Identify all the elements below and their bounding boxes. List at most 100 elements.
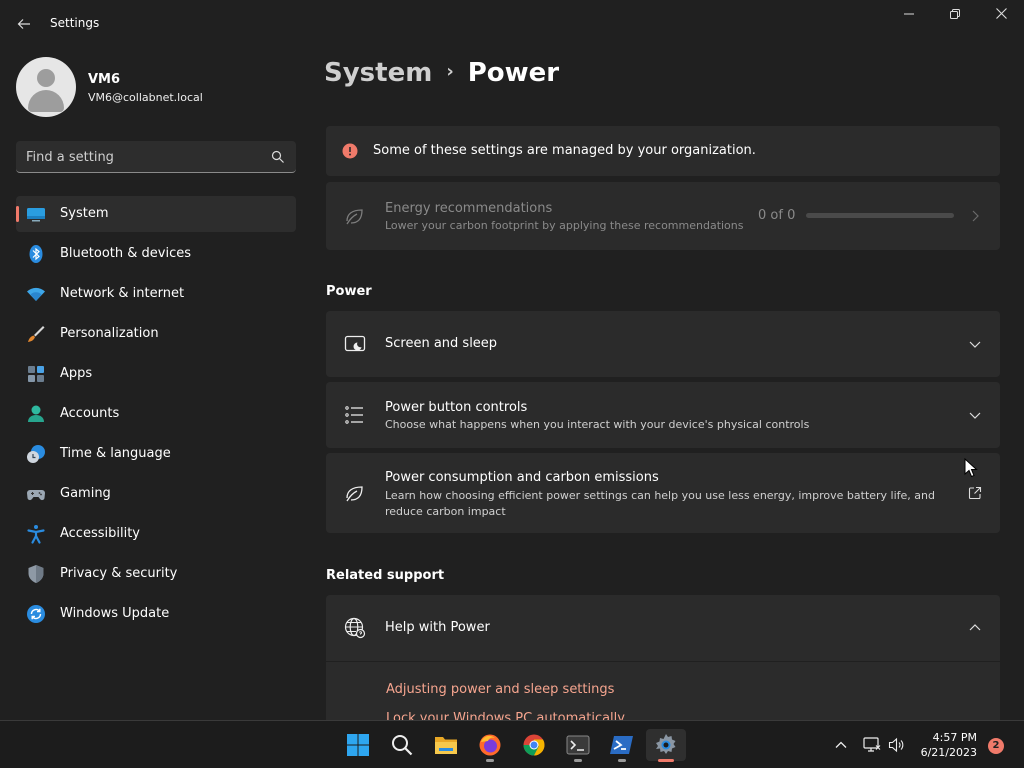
sidebar-item-windows-update[interactable]: Windows Update (16, 596, 296, 632)
sidebar-item-label: Privacy & security (60, 566, 178, 581)
screen-and-sleep-card[interactable]: Screen and sleep (326, 311, 1000, 377)
chevron-down-icon[interactable] (968, 337, 982, 351)
sidebar-item-label: Accounts (60, 406, 120, 421)
external-link-icon[interactable] (968, 486, 982, 500)
taskbar-file-explorer[interactable] (426, 729, 466, 761)
network-icon[interactable] (863, 736, 881, 754)
sidebar-item-label: Windows Update (60, 606, 170, 621)
minimize-button[interactable] (886, 0, 932, 32)
volume-icon[interactable] (888, 736, 906, 754)
energy-progress-bar (806, 213, 954, 218)
sidebar-item-label: Apps (60, 366, 93, 381)
chevron-up-icon[interactable] (968, 621, 982, 635)
accounts-icon (28, 405, 44, 422)
card-title: Screen and sleep (385, 336, 498, 351)
settings-window: Settings VM6 VM6@collabnet.local System … (0, 0, 1024, 720)
user-name: VM6 (88, 72, 121, 87)
close-icon (995, 8, 1007, 19)
search-icon (392, 735, 413, 756)
card-title: Power consumption and carbon emissions (385, 470, 659, 485)
start-button[interactable] (338, 729, 378, 761)
sidebar-item-privacy[interactable]: Privacy & security (16, 556, 296, 592)
sidebar-item-network[interactable]: Network & internet (16, 276, 296, 312)
taskbar-powershell[interactable] (602, 729, 642, 762)
update-icon (27, 605, 45, 623)
related-support-heading: Related support (326, 568, 445, 583)
support-link[interactable]: Adjusting power and sleep settings (386, 682, 614, 697)
sidebar-item-bluetooth[interactable]: Bluetooth & devices (16, 236, 296, 272)
back-button[interactable] (10, 12, 38, 36)
breadcrumb: System › Power (324, 58, 559, 88)
power-section-heading: Power (326, 284, 372, 299)
info-icon (342, 143, 358, 159)
card-title: Power button controls (385, 400, 528, 415)
firefox-icon (479, 734, 501, 756)
gamepad-icon (27, 490, 45, 501)
energy-recommendations-card: Energy recommendations Lower your carbon… (326, 182, 1000, 250)
sidebar-item-label: Time & language (60, 446, 171, 461)
list-settings-icon (345, 406, 363, 424)
taskbar-chrome[interactable] (514, 729, 554, 761)
taskbar-terminal[interactable] (558, 729, 598, 762)
running-indicator (618, 759, 626, 762)
chrome-icon (523, 734, 545, 756)
card-description: Choose what happens when you interact wi… (385, 418, 810, 431)
sidebar-item-label: Personalization (60, 326, 159, 341)
restore-button[interactable] (932, 0, 978, 32)
leaf-icon (346, 486, 363, 502)
sidebar-item-label: Accessibility (60, 526, 140, 541)
leaf-icon (346, 209, 363, 225)
close-button[interactable] (978, 0, 1024, 32)
energy-title: Energy recommendations (385, 201, 553, 216)
power-consumption-card[interactable]: Power consumption and carbon emissions L… (326, 453, 1000, 533)
breadcrumb-parent[interactable]: System (324, 58, 432, 88)
search-box[interactable] (16, 141, 296, 173)
notification-badge[interactable]: 2 (988, 738, 1004, 754)
taskbar-search[interactable] (382, 729, 422, 761)
running-indicator (574, 759, 582, 762)
managed-notice-text: Some of these settings are managed by yo… (373, 143, 756, 158)
sidebar-item-system[interactable]: System (16, 196, 296, 232)
card-title: Help with Power (385, 620, 490, 635)
taskbar-firefox[interactable] (470, 729, 510, 762)
search-icon (271, 150, 284, 163)
help-with-power-header[interactable]: Help with Power (326, 595, 1000, 661)
running-indicator (486, 759, 494, 762)
selection-indicator (16, 206, 19, 222)
mouse-cursor (964, 458, 978, 478)
chevron-down-icon[interactable] (968, 408, 982, 422)
sidebar-item-personalization[interactable]: Personalization (16, 316, 296, 352)
window-title: Settings (50, 16, 100, 30)
taskbar-clock[interactable]: 4:57 PM 6/21/2023 (921, 730, 977, 760)
active-indicator (658, 759, 674, 762)
sidebar-item-accounts[interactable]: Accounts (16, 396, 296, 432)
clock-globe-icon (27, 445, 45, 463)
search-input[interactable] (26, 147, 266, 167)
power-button-controls-card[interactable]: Power button controls Choose what happen… (326, 382, 1000, 448)
screen-sleep-icon (344, 335, 366, 352)
back-arrow-icon (17, 19, 30, 29)
chevron-right-icon (972, 210, 979, 222)
sidebar-item-time-language[interactable]: Time & language (16, 436, 296, 472)
bluetooth-icon (29, 245, 43, 263)
user-email: VM6@collabnet.local (88, 91, 203, 104)
sidebar-item-label: System (60, 206, 109, 221)
globe-icon (344, 617, 366, 639)
accessibility-icon (27, 525, 45, 544)
chevron-up-icon[interactable] (834, 738, 848, 752)
breadcrumb-separator: › (446, 61, 454, 82)
support-link[interactable]: Lock your Windows PC automatically (386, 710, 625, 720)
sidebar-item-label: Bluetooth & devices (60, 246, 191, 261)
sidebar-item-label: Network & internet (60, 286, 185, 301)
sidebar-item-gaming[interactable]: Gaming (16, 476, 296, 512)
sidebar-item-accessibility[interactable]: Accessibility (16, 516, 296, 552)
settings-icon (656, 734, 676, 754)
page-title: Power (467, 58, 560, 88)
card-description: Learn how choosing efficient power setti… (385, 489, 935, 502)
sidebar-item-apps[interactable]: Apps (16, 356, 296, 392)
sidebar-item-label: Gaming (60, 486, 111, 501)
energy-description: Lower your carbon footprint by applying … (385, 219, 744, 232)
taskbar-settings[interactable] (646, 729, 686, 762)
brush-icon (28, 326, 45, 342)
clock-time: 4:57 PM (932, 731, 977, 744)
